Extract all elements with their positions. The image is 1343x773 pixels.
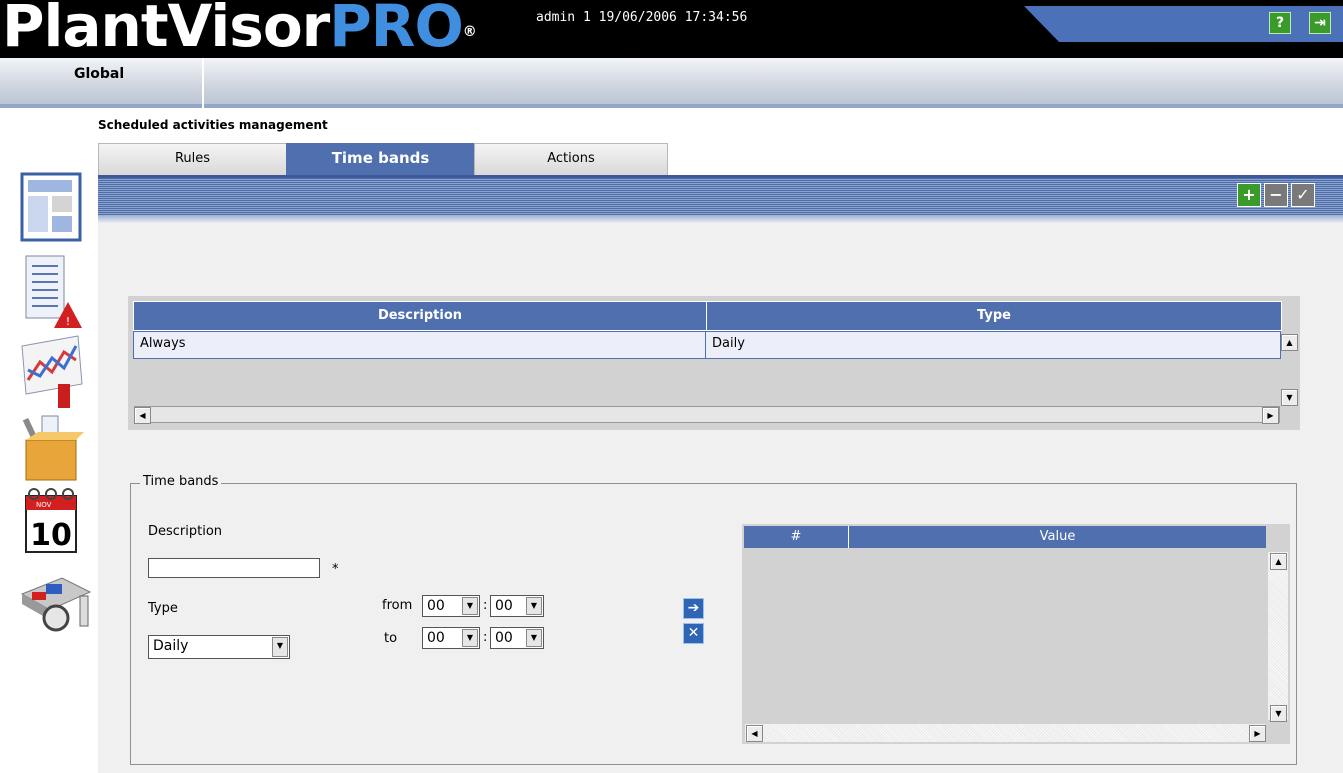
graph-icon[interactable] <box>18 332 84 408</box>
vertical-scrollbar[interactable] <box>1268 552 1288 720</box>
column-header-number[interactable]: # <box>744 526 849 548</box>
from-hour-select[interactable]: 00 ▼ <box>422 595 480 617</box>
scroll-up-icon[interactable]: ▲ <box>1281 334 1298 351</box>
horizontal-scrollbar[interactable] <box>134 406 1280 423</box>
scroll-left-icon[interactable]: ◀ <box>746 725 763 742</box>
from-minute-value: 00 <box>495 598 513 614</box>
scroll-up-icon[interactable]: ▲ <box>1270 553 1287 570</box>
band-values-grid <box>742 524 1290 744</box>
toolbar-band <box>98 175 1343 218</box>
page-title: Scheduled activities management <box>98 118 328 132</box>
calendar-month: NOV <box>36 501 52 509</box>
type-select[interactable]: Daily ▼ <box>148 635 290 659</box>
to-label: to <box>384 631 398 646</box>
column-header-value[interactable]: Value <box>849 526 1266 548</box>
alarm-report-icon[interactable]: ! <box>18 250 84 328</box>
scroll-down-icon[interactable]: ▼ <box>1270 705 1287 722</box>
chevron-down-icon[interactable]: ▼ <box>526 629 542 647</box>
to-minute-value: 00 <box>495 630 513 646</box>
type-label: Type <box>148 601 178 616</box>
check-icon[interactable]: ✓ <box>1291 183 1315 207</box>
time-separator: : <box>483 598 488 613</box>
site-layout-icon[interactable] <box>18 170 84 242</box>
time-separator: : <box>483 630 488 645</box>
from-label: from <box>382 598 413 613</box>
exit-icon[interactable]: ⇥ <box>1309 12 1331 34</box>
scroll-right-icon[interactable]: ▶ <box>1262 407 1279 424</box>
tab-time-bands[interactable]: Time bands <box>286 143 475 176</box>
from-minute-select[interactable]: 00 ▼ <box>490 595 544 617</box>
chevron-down-icon[interactable]: ▼ <box>526 597 542 615</box>
plus-icon[interactable]: + <box>1237 183 1261 207</box>
global-context-label: Global <box>74 66 125 82</box>
type-select-value: Daily <box>153 638 189 654</box>
to-minute-select[interactable]: 00 ▼ <box>490 627 544 649</box>
column-header-type[interactable]: Type <box>706 301 1282 331</box>
to-hour-value: 00 <box>427 630 445 646</box>
scroll-down-icon[interactable]: ▼ <box>1281 389 1298 406</box>
row-cell-divider <box>705 331 706 358</box>
tab-actions[interactable]: Actions <box>474 143 668 176</box>
description-label: Description <box>148 524 223 539</box>
arrow-right-icon[interactable]: ➔ <box>683 598 704 619</box>
horizontal-scrollbar[interactable] <box>745 724 1265 742</box>
user-session-info: admin 1 19/06/2006 17:34:56 <box>536 10 748 25</box>
scroll-right-icon[interactable]: ▶ <box>1249 725 1266 742</box>
calendar-icon[interactable]: NOV 10 <box>18 486 84 553</box>
tools-box-icon[interactable] <box>18 412 84 481</box>
minus-icon[interactable]: − <box>1264 183 1288 207</box>
to-hour-select[interactable]: 00 ▼ <box>422 627 480 649</box>
cell-type: Daily <box>712 336 745 351</box>
tab-rules[interactable]: Rules <box>98 143 287 176</box>
delete-icon[interactable]: ✕ <box>683 623 704 644</box>
context-separator <box>202 58 204 108</box>
chevron-down-icon[interactable]: ▼ <box>272 637 288 657</box>
description-input[interactable] <box>148 558 320 578</box>
scroll-left-icon[interactable]: ◀ <box>134 407 151 424</box>
column-header-description[interactable]: Description <box>133 301 707 331</box>
app-logo: PlantVisorPRO® <box>2 0 477 60</box>
help-icon[interactable]: ? <box>1269 12 1291 34</box>
device-config-icon[interactable] <box>18 570 92 636</box>
svg-text:!: ! <box>66 315 70 328</box>
fieldset-legend: Time bands <box>140 474 222 489</box>
required-marker: * <box>332 562 339 577</box>
cell-description: Always <box>140 336 186 351</box>
chevron-down-icon[interactable]: ▼ <box>462 629 478 647</box>
chevron-down-icon[interactable]: ▼ <box>462 597 478 615</box>
calendar-day: 10 <box>30 518 72 553</box>
header-accent-band <box>1024 6 1343 42</box>
table-row[interactable] <box>133 331 1281 359</box>
from-hour-value: 00 <box>427 598 445 614</box>
toolbar-band-shadow <box>98 215 1343 223</box>
